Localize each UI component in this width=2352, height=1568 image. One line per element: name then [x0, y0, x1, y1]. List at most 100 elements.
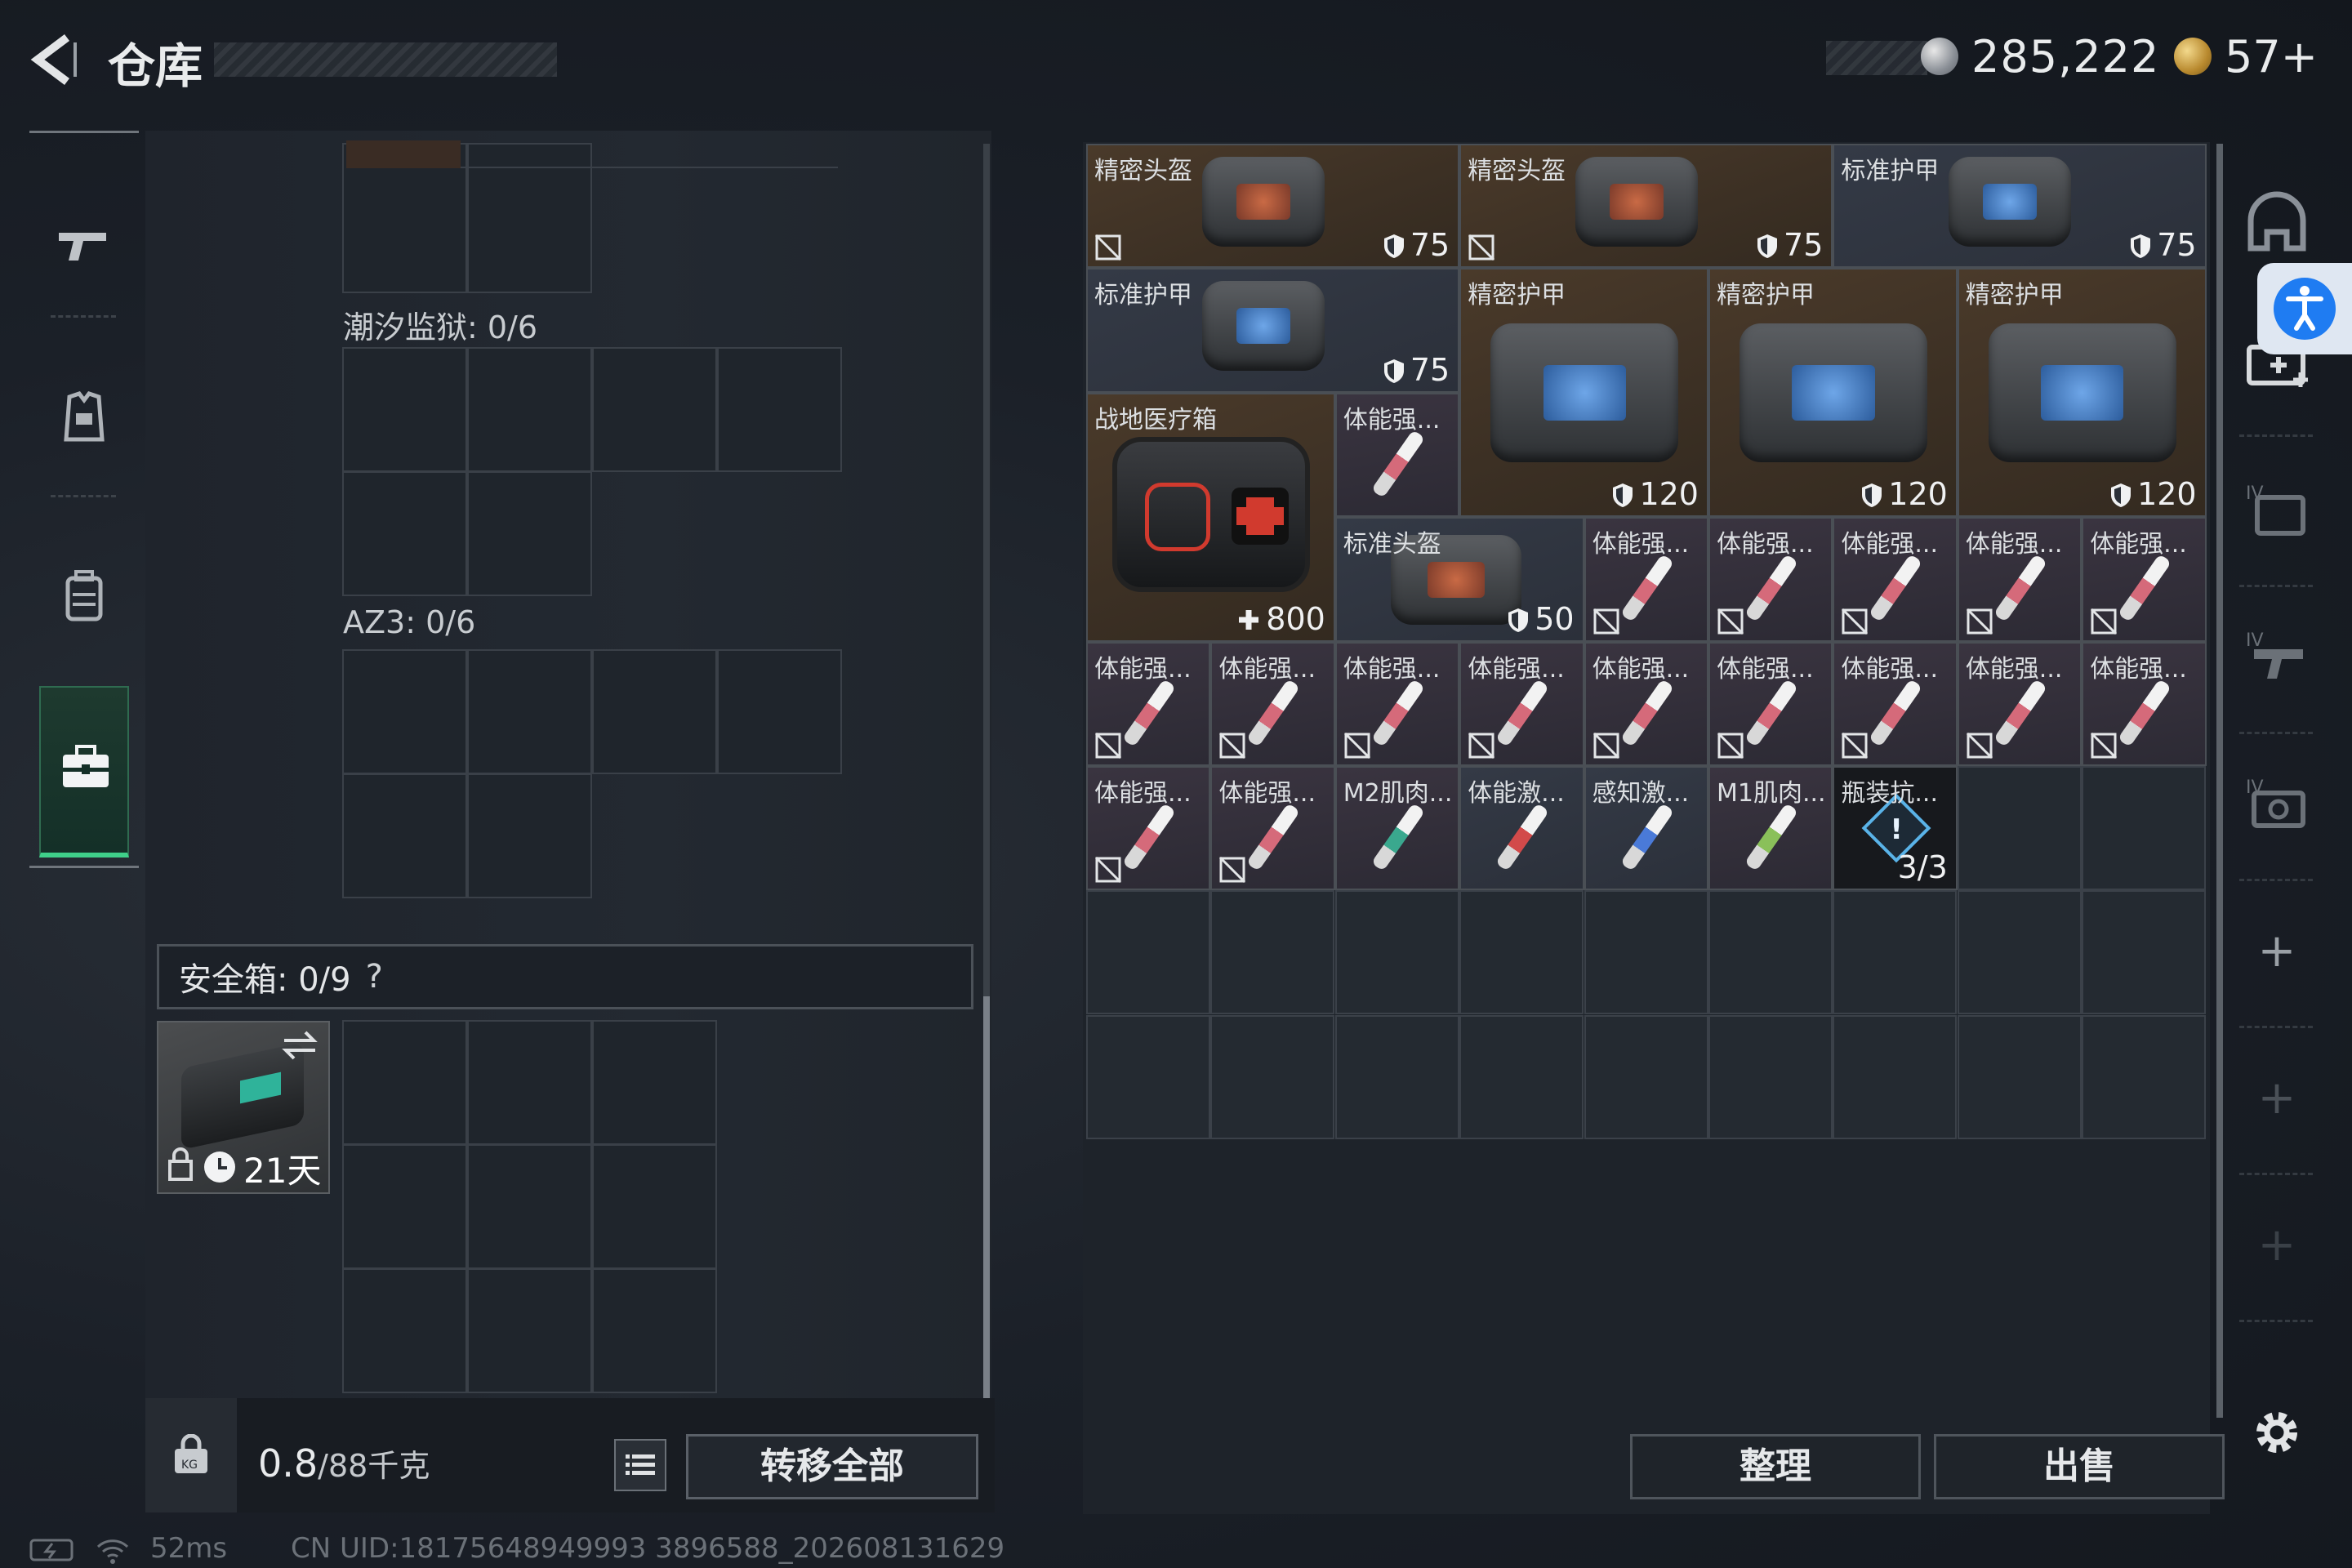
left-scrollbar-thumb[interactable]: [983, 996, 990, 1405]
inventory-cell[interactable]: [1957, 1014, 2082, 1139]
gear-filter-icon[interactable]: IV: [2238, 764, 2316, 843]
rail-backpack[interactable]: [26, 514, 142, 678]
grid-cell[interactable]: [467, 347, 592, 472]
item-stamina-syringe[interactable]: 体能强...: [1833, 641, 1958, 766]
sell-button[interactable]: 出售: [1934, 1434, 2225, 1499]
inventory-cell[interactable]: [1459, 890, 1584, 1015]
helmet-filter-icon[interactable]: [2238, 185, 2316, 263]
settings-gear-icon[interactable]: [2238, 1393, 2316, 1472]
grid-cell[interactable]: [342, 1268, 467, 1393]
grid-cell[interactable]: [342, 471, 467, 596]
grid-cell[interactable]: [467, 649, 592, 774]
inventory-cell[interactable]: [2082, 766, 2207, 890]
item-standard-armor[interactable]: 标准护甲 75: [1086, 268, 1460, 393]
grid-cell[interactable]: [342, 1020, 467, 1145]
item-stamina-syringe[interactable]: 体能强...: [1708, 641, 1833, 766]
item-image: [2118, 678, 2172, 747]
item-perception-stim[interactable]: 感知激...: [1584, 766, 1708, 891]
inventory-cell[interactable]: [1459, 1014, 1584, 1139]
grid-cell[interactable]: [592, 347, 717, 472]
inventory-cell[interactable]: [1086, 1014, 1210, 1139]
inventory-cell[interactable]: [1957, 766, 2082, 890]
grid-cell[interactable]: [467, 471, 592, 596]
grid-cell[interactable]: [717, 649, 842, 774]
back-button[interactable]: [24, 31, 82, 88]
grid-cell[interactable]: [467, 773, 592, 898]
item-stamina-syringe[interactable]: 体能强...: [1584, 641, 1708, 766]
inventory-cell[interactable]: [1210, 890, 1335, 1015]
item-m1-muscle[interactable]: M1肌肉...: [1708, 766, 1833, 891]
help-icon[interactable]: ?: [366, 958, 383, 996]
item-stamina-syringe[interactable]: 体能强...: [1584, 517, 1708, 642]
silver-amount[interactable]: 285,222: [1971, 31, 2159, 82]
inventory-cell[interactable]: [1957, 890, 2082, 1015]
item-stamina-syringe[interactable]: 体能强...: [1210, 766, 1335, 891]
item-precise-armor[interactable]: 精密护甲 120: [1957, 268, 2207, 518]
grid-cell[interactable]: [342, 1144, 467, 1269]
gold-amount[interactable]: 57+: [2225, 31, 2318, 82]
safebox-item[interactable]: 21天: [157, 1021, 330, 1194]
item-stamina-syringe[interactable]: 体能强...: [1334, 392, 1460, 518]
item-stamina-syringe[interactable]: 体能强...: [1086, 641, 1211, 766]
grid-cell[interactable]: [592, 1020, 717, 1145]
rail-safebox-active[interactable]: [39, 686, 129, 858]
inventory-cell[interactable]: [2082, 890, 2207, 1015]
item-stamina-syringe[interactable]: 体能强...: [1459, 641, 1584, 766]
item-stamina-syringe[interactable]: 体能强...: [2082, 517, 2207, 642]
inventory-cell[interactable]: [1833, 890, 1958, 1015]
list-view-button[interactable]: [614, 1439, 666, 1491]
grid-cell[interactable]: [592, 1268, 717, 1393]
inventory-cell[interactable]: [2082, 1014, 2207, 1139]
inventory-cell[interactable]: [1584, 890, 1708, 1015]
item-stamina-syringe[interactable]: 体能强...: [1957, 517, 2082, 642]
inventory-cell[interactable]: [1833, 1014, 1958, 1139]
item-precise-helmet[interactable]: 精密头盔 75: [1086, 144, 1460, 269]
item-stamina-syringe[interactable]: 体能强...: [1086, 766, 1211, 891]
accessibility-button[interactable]: [2257, 263, 2352, 354]
item-stamina-stim[interactable]: 体能激...: [1459, 766, 1584, 891]
sort-button[interactable]: 整理: [1630, 1434, 1921, 1499]
item-field-medkit[interactable]: 战地医疗箱 800: [1086, 392, 1335, 642]
grid-cell[interactable]: [467, 1268, 592, 1393]
item-precise-armor[interactable]: 精密护甲 120: [1459, 268, 1708, 518]
rail-armor[interactable]: [26, 335, 142, 498]
transfer-all-button[interactable]: 转移全部: [686, 1434, 978, 1499]
item-stamina-syringe[interactable]: 体能强...: [1334, 641, 1460, 766]
rail-weapons[interactable]: [26, 163, 142, 327]
item-precise-armor[interactable]: 精密护甲 120: [1708, 268, 1958, 518]
inventory-cell[interactable]: [1210, 1014, 1335, 1139]
grid-cell[interactable]: [592, 649, 717, 774]
inventory-cell[interactable]: [1086, 890, 1210, 1015]
inventory-cell[interactable]: [1708, 890, 1833, 1015]
grid-cell[interactable]: [592, 1144, 717, 1269]
weapon-filter-icon[interactable]: IV: [2238, 617, 2316, 696]
add-filter-icon[interactable]: +: [2238, 1205, 2316, 1284]
grid-cell[interactable]: [342, 649, 467, 774]
grid-cell[interactable]: [342, 773, 467, 898]
grid-cell[interactable]: [717, 347, 842, 472]
item-bottled-anti[interactable]: ! 瓶装抗... 3/3: [1833, 766, 1958, 891]
grid-cell[interactable]: [467, 1020, 592, 1145]
item-stamina-syringe[interactable]: 体能强...: [1833, 517, 1958, 642]
backpack-filter-icon[interactable]: IV: [2238, 470, 2316, 549]
item-precise-helmet[interactable]: 精密头盔 75: [1459, 144, 1833, 269]
item-stamina-syringe[interactable]: 体能强...: [1957, 641, 2082, 766]
inventory-cell[interactable]: [1334, 890, 1459, 1015]
add-filter-icon[interactable]: +: [2238, 911, 2316, 990]
right-scrollbar[interactable]: [2216, 144, 2223, 1418]
item-standard-helmet[interactable]: 标准头盔 50: [1334, 517, 1584, 642]
partial-item[interactable]: [346, 140, 461, 168]
grid-cell[interactable]: [467, 1144, 592, 1269]
swap-icon[interactable]: [281, 1029, 318, 1062]
item-stamina-syringe[interactable]: 体能强...: [1210, 641, 1335, 766]
item-stamina-syringe[interactable]: 体能强...: [2082, 641, 2207, 766]
item-standard-armor[interactable]: 标准护甲 75: [1833, 144, 2207, 269]
inventory-cell[interactable]: [1708, 1014, 1833, 1139]
inventory-cell[interactable]: [1584, 1014, 1708, 1139]
add-filter-icon[interactable]: +: [2238, 1058, 2316, 1137]
grid-cell[interactable]: [342, 347, 467, 472]
item-stamina-syringe[interactable]: 体能强...: [1708, 517, 1833, 642]
item-m2-muscle[interactable]: M2肌肉...: [1334, 766, 1460, 891]
inventory-cell[interactable]: [1334, 1014, 1459, 1139]
lock-button[interactable]: KG: [145, 1398, 237, 1512]
